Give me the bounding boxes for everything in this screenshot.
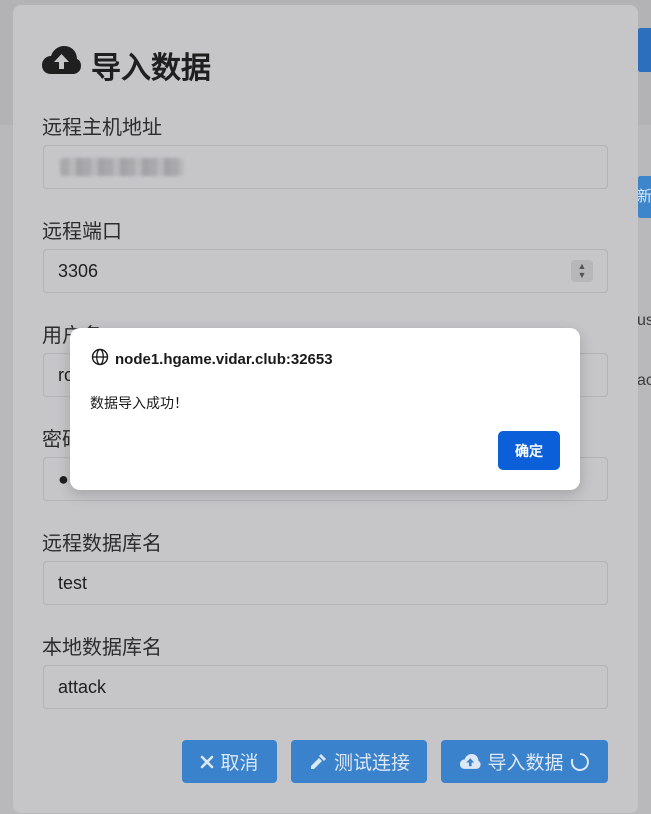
background-button [637,28,651,72]
port-label: 远程端口 [42,221,122,243]
port-input-value: 3306 [58,261,99,281]
loading-spinner-icon [570,752,590,772]
background-text: ac [637,372,651,389]
redacted-host-value [60,158,184,176]
local-db-input-value: attack [58,677,107,697]
cancel-button[interactable]: 取消 [182,740,277,783]
local-db-input[interactable]: attack [43,665,608,709]
background-new-button-label: 新 [637,188,651,205]
globe-icon [91,348,109,370]
alert-dialog: node1.hgame.vidar.club:32653 数据导入成功！ 确定 [70,328,580,490]
remote-db-input-value: test [58,573,88,593]
alert-origin-text: node1.hgame.vidar.club:32653 [115,350,333,368]
host-input[interactable] [43,145,608,189]
import-data-label: 导入数据 [487,753,564,774]
password-input-value: ● [58,469,69,489]
eyedropper-icon [308,752,328,772]
close-icon [200,755,214,769]
modal-title: 导入数据 [41,43,211,87]
alert-origin: node1.hgame.vidar.club:32653 [91,348,333,370]
cloud-upload-icon [41,44,81,86]
remote-db-input[interactable]: test [43,561,608,605]
background-new-button: 新 [637,176,651,218]
remote-db-label: 远程数据库名 [42,533,162,555]
background-text: us [637,312,651,329]
chevron-down-icon[interactable]: ▼ [578,271,587,280]
port-input[interactable]: 3306 ▲ ▼ [43,249,608,293]
alert-message: 数据导入成功！ [90,395,188,411]
import-data-button[interactable]: 导入数据 [441,740,608,783]
host-label: 远程主机地址 [42,117,162,139]
test-connection-label: 测试连接 [333,753,410,774]
cloud-upload-icon [459,753,482,771]
test-connection-button[interactable]: 测试连接 [291,740,427,783]
ok-button[interactable]: 确定 [498,431,560,470]
number-stepper[interactable]: ▲ ▼ [571,260,593,282]
modal-title-text: 导入数据 [91,52,211,85]
local-db-label: 本地数据库名 [42,637,162,659]
cancel-button-label: 取消 [220,753,259,774]
